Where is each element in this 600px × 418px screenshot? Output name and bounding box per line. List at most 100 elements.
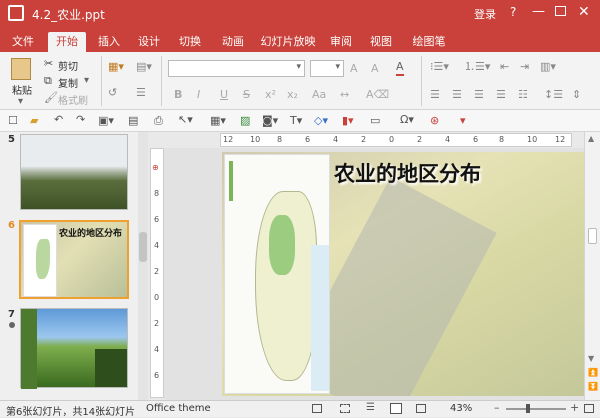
tab-draw[interactable]: 绘图笔 [408,32,450,52]
scroll-thumb[interactable] [588,228,597,244]
table-icon[interactable]: ▦▾ [210,114,226,128]
reading-view-icon[interactable] [390,403,402,414]
paste-dropdown-icon[interactable]: ▾ [18,96,23,107]
align-left-icon[interactable]: ☰ [430,88,440,102]
distribute-icon[interactable]: ☷ [518,88,528,102]
columns-icon[interactable]: ▥▾ [540,60,556,74]
tab-transitions[interactable]: 切换 [175,32,205,52]
align-center-icon[interactable]: ☰ [452,88,462,102]
textbox-icon[interactable]: T▾ [290,114,302,128]
shrink-font-icon[interactable]: A [371,62,379,76]
login-link[interactable]: 登录 [474,6,496,22]
slide-sorter-icon[interactable] [340,404,350,413]
char-spacing-icon[interactable]: ↔ [340,88,349,102]
slide-thumbnail-5[interactable] [20,134,128,210]
chart-icon[interactable]: ▮▾ [342,114,354,128]
font-name-select[interactable]: ▾ [168,60,305,77]
zoom-in-icon[interactable]: + [570,401,579,414]
slide-count-status: 第6张幻灯片，共14张幻灯片 [6,407,136,418]
font-color-icon[interactable]: A [396,60,404,76]
minimize-button[interactable]: — [532,4,545,19]
zoom-slider-thumb[interactable] [526,404,530,413]
bold-icon[interactable]: B [174,88,182,102]
print-icon[interactable]: ⎙ [154,114,163,128]
slide-thumbnail-6[interactable]: 农业的地区分布 [19,220,129,299]
zoom-slider-track[interactable] [506,408,566,410]
slide-thumbnail-7[interactable] [20,308,128,389]
open-folder-icon[interactable]: ▰ [30,114,38,128]
media-icon[interactable]: ⊛ [430,114,439,128]
title-bar: 4.2_农业.ppt 登录 ? — ✕ [0,0,600,28]
subscript-icon[interactable]: x₂ [287,88,298,102]
scroll-down-icon[interactable]: ▼ [588,354,594,363]
copy-button[interactable]: 复制 [58,75,78,90]
ribbon-tabs: 文件 开始 插入 设计 切换 动画 幻灯片放映 审阅 视图 绘图笔 [0,28,600,52]
tab-animations[interactable]: 动画 [218,32,248,52]
new-slide-icon[interactable]: ▦▾ [108,60,124,74]
zoom-level[interactable]: 43% [450,403,472,414]
prev-slide-icon[interactable]: ⏫ [588,368,598,377]
new-file-icon[interactable]: ☐ [8,114,18,128]
normal-view-icon[interactable] [312,404,322,413]
scroll-up-icon[interactable]: ▲ [588,134,594,143]
tab-slideshow[interactable]: 幻灯片放映 [260,32,316,52]
save-icon[interactable]: ▣▾ [98,114,114,128]
case-icon[interactable]: Aa [312,88,326,102]
thumbnail-scrollbar[interactable] [138,132,148,400]
outline-view-icon[interactable]: ☰ [366,402,375,413]
line-spacing-icon[interactable]: ↕☰ [544,88,563,102]
tab-view[interactable]: 视图 [366,32,396,52]
undo-icon[interactable]: ↶ [54,113,63,127]
customize-dropdown-icon[interactable]: ▾ [460,114,466,128]
slide[interactable]: 农业的地区分布 [222,152,584,396]
grow-font-icon[interactable]: A [350,62,358,76]
reset-icon[interactable]: ↺ [108,86,117,100]
tab-home[interactable]: 开始 [48,32,86,52]
close-button[interactable]: ✕ [578,4,590,20]
tab-review[interactable]: 审阅 [326,32,356,52]
strikethrough-icon[interactable]: S [243,88,250,102]
justify-icon[interactable]: ☰ [496,88,506,102]
format-painter-button[interactable]: 格式刷 [58,92,88,107]
text-direction-icon[interactable]: ⇕ [572,88,581,102]
copy-dropdown-icon[interactable]: ▾ [84,75,89,86]
next-slide-icon[interactable]: ⏬ [588,382,598,391]
vertical-scrollbar[interactable]: ▲ ▼ ⏫ ⏬ [584,132,600,400]
omega-icon[interactable]: Ω▾ [400,113,414,127]
fit-slide-icon[interactable] [584,404,594,413]
bullets-icon[interactable]: ⁝☰▾ [430,60,449,74]
paste-button[interactable]: 粘贴 [12,82,32,97]
slideshow-icon[interactable] [416,404,426,413]
section-icon[interactable]: ☰ [136,86,146,100]
shapes-icon[interactable]: ◇▾ [314,114,328,128]
underline-icon[interactable]: U [220,88,228,102]
tab-insert[interactable]: 插入 [94,32,124,52]
camera-icon[interactable]: ◙▾ [262,114,278,128]
decrease-indent-icon[interactable]: ⇤ [500,60,509,74]
maximize-button[interactable] [555,6,566,16]
slide-title[interactable]: 农业的地区分布 [334,158,481,188]
tab-file[interactable]: 文件 [8,32,38,52]
ruler-label: 8 [499,135,505,144]
layout-icon[interactable]: ▤▾ [136,60,152,74]
tab-design[interactable]: 设计 [134,32,164,52]
cut-button[interactable]: 剪切 [58,58,78,73]
clear-format-icon[interactable]: A⌫ [366,88,389,102]
image-icon[interactable]: ▨ [240,114,250,128]
paste-icon[interactable] [11,58,31,80]
increase-indent-icon[interactable]: ⇥ [520,60,529,74]
superscript-icon[interactable]: x² [265,88,276,102]
thumbnail-scroll-thumb[interactable] [139,232,147,262]
help-icon[interactable]: ? [510,5,516,19]
italic-icon[interactable]: I [197,88,200,102]
smartart-icon[interactable]: ▭ [370,114,380,128]
zoom-out-icon[interactable]: – [494,401,500,414]
print-preview-icon[interactable]: ▤ [128,114,138,128]
quick-access-toolbar: ☐ ▰ ↶ ↷ ▣▾ ▤ ⎙ ↖▾ ▦▾ ▨ ◙▾ T▾ ◇▾ ▮▾ ▭ Ω▾ … [0,110,600,132]
numbering-icon[interactable]: ⒈☰▾ [464,60,490,74]
ruler-label: 2 [154,267,160,276]
redo-icon[interactable]: ↷ [76,113,85,127]
pointer-icon[interactable]: ↖▾ [178,113,193,127]
align-right-icon[interactable]: ☰ [474,88,484,102]
font-size-select[interactable]: ▾ [310,60,344,77]
